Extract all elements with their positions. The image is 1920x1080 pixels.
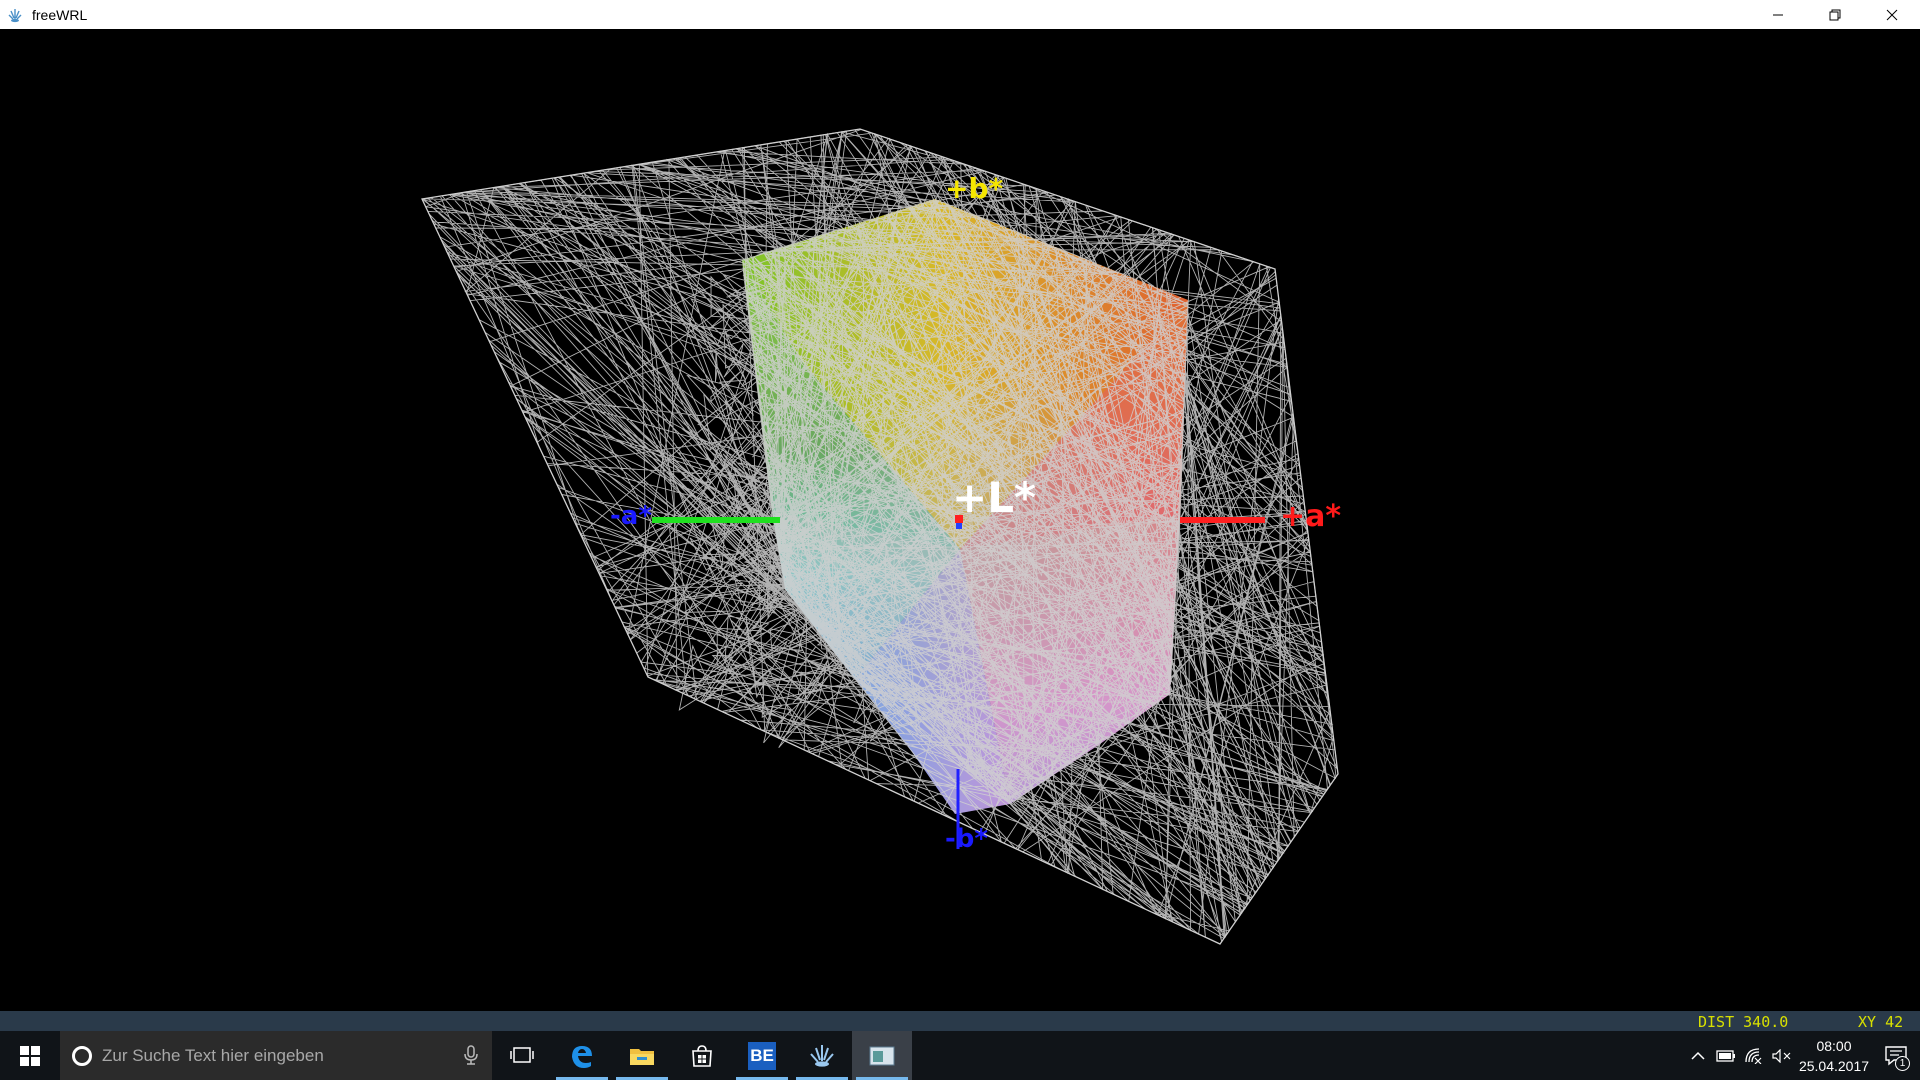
- show-hidden-icons-button[interactable]: [1684, 1031, 1712, 1080]
- notification-count-badge: 1: [1895, 1056, 1910, 1071]
- xy-readout: XY 42: [1858, 1013, 1904, 1031]
- close-button[interactable]: [1863, 0, 1920, 29]
- minimize-button[interactable]: [1749, 0, 1806, 29]
- windows-logo-icon: [20, 1045, 40, 1066]
- title-bar: freeWRL: [0, 0, 1920, 29]
- microphone-icon[interactable]: [464, 1045, 478, 1065]
- window-app-taskbar-button[interactable]: [852, 1031, 912, 1080]
- clock-time: 08:00: [1816, 1037, 1852, 1054]
- task-view-icon: [510, 1046, 534, 1063]
- battery-icon: [1716, 1049, 1735, 1062]
- file-explorer-taskbar-button[interactable]: [612, 1031, 672, 1080]
- distance-readout: DIST 340.0: [1698, 1013, 1789, 1031]
- cortana-icon: [72, 1045, 92, 1066]
- close-icon: [1886, 9, 1897, 20]
- freewrl-taskbar-button[interactable]: [792, 1031, 852, 1080]
- chevron-up-icon: [1691, 1051, 1705, 1060]
- store-bag-icon: [692, 1044, 712, 1067]
- wifi-icon: [1745, 1047, 1762, 1064]
- plus-b-axis-label: +b*: [945, 172, 1004, 205]
- wireframe-mesh-lines: [421, 128, 1338, 942]
- window-title: freeWRL: [32, 6, 88, 23]
- be-app-icon: BE: [748, 1041, 776, 1070]
- folder-icon: [630, 1048, 654, 1065]
- system-tray: 08:00 25.04.2017 1: [1684, 1031, 1920, 1080]
- be-app-taskbar-button[interactable]: BE: [732, 1031, 792, 1080]
- restore-button[interactable]: [1806, 0, 1863, 29]
- volume-button[interactable]: [1768, 1031, 1796, 1080]
- plus-l-axis-label: +L*: [952, 473, 1036, 522]
- clock-date: 25.04.2017: [1798, 1057, 1870, 1074]
- clock[interactable]: 08:00 25.04.2017: [1796, 1036, 1872, 1076]
- battery-button[interactable]: [1712, 1031, 1740, 1080]
- plus-a-axis-label: +a*: [1280, 499, 1342, 534]
- network-button[interactable]: [1740, 1031, 1768, 1080]
- volume-muted-icon: [1772, 1048, 1791, 1063]
- restore-icon: [1829, 9, 1840, 20]
- store-taskbar-button[interactable]: [672, 1031, 732, 1080]
- freewrl-app-icon: [8, 8, 22, 22]
- minus-a-axis-label: -a*: [610, 501, 652, 531]
- edge-taskbar-button[interactable]: [552, 1031, 612, 1080]
- search-box[interactable]: Zur Suche Text hier eingeben: [60, 1031, 492, 1080]
- viewer-status-bar: DIST 340.0 XY 42: [0, 1011, 1920, 1031]
- action-center-button[interactable]: 1: [1872, 1031, 1920, 1080]
- window-app-icon: [869, 1046, 895, 1065]
- start-button[interactable]: [0, 1031, 60, 1080]
- task-view-button[interactable]: [492, 1031, 552, 1080]
- taskbar: Zur Suche Text hier eingeben BE 08:00 25…: [0, 1031, 1920, 1080]
- minimize-icon: [1772, 14, 1783, 15]
- freewrl-icon: [810, 1044, 834, 1067]
- 3d-viewport[interactable]: +b* -b* +a* -a* +L*: [0, 29, 1920, 1011]
- search-placeholder: Zur Suche Text hier eingeben: [102, 1045, 324, 1065]
- minus-b-axis-label: -b*: [945, 824, 988, 854]
- edge-icon: [572, 1045, 592, 1068]
